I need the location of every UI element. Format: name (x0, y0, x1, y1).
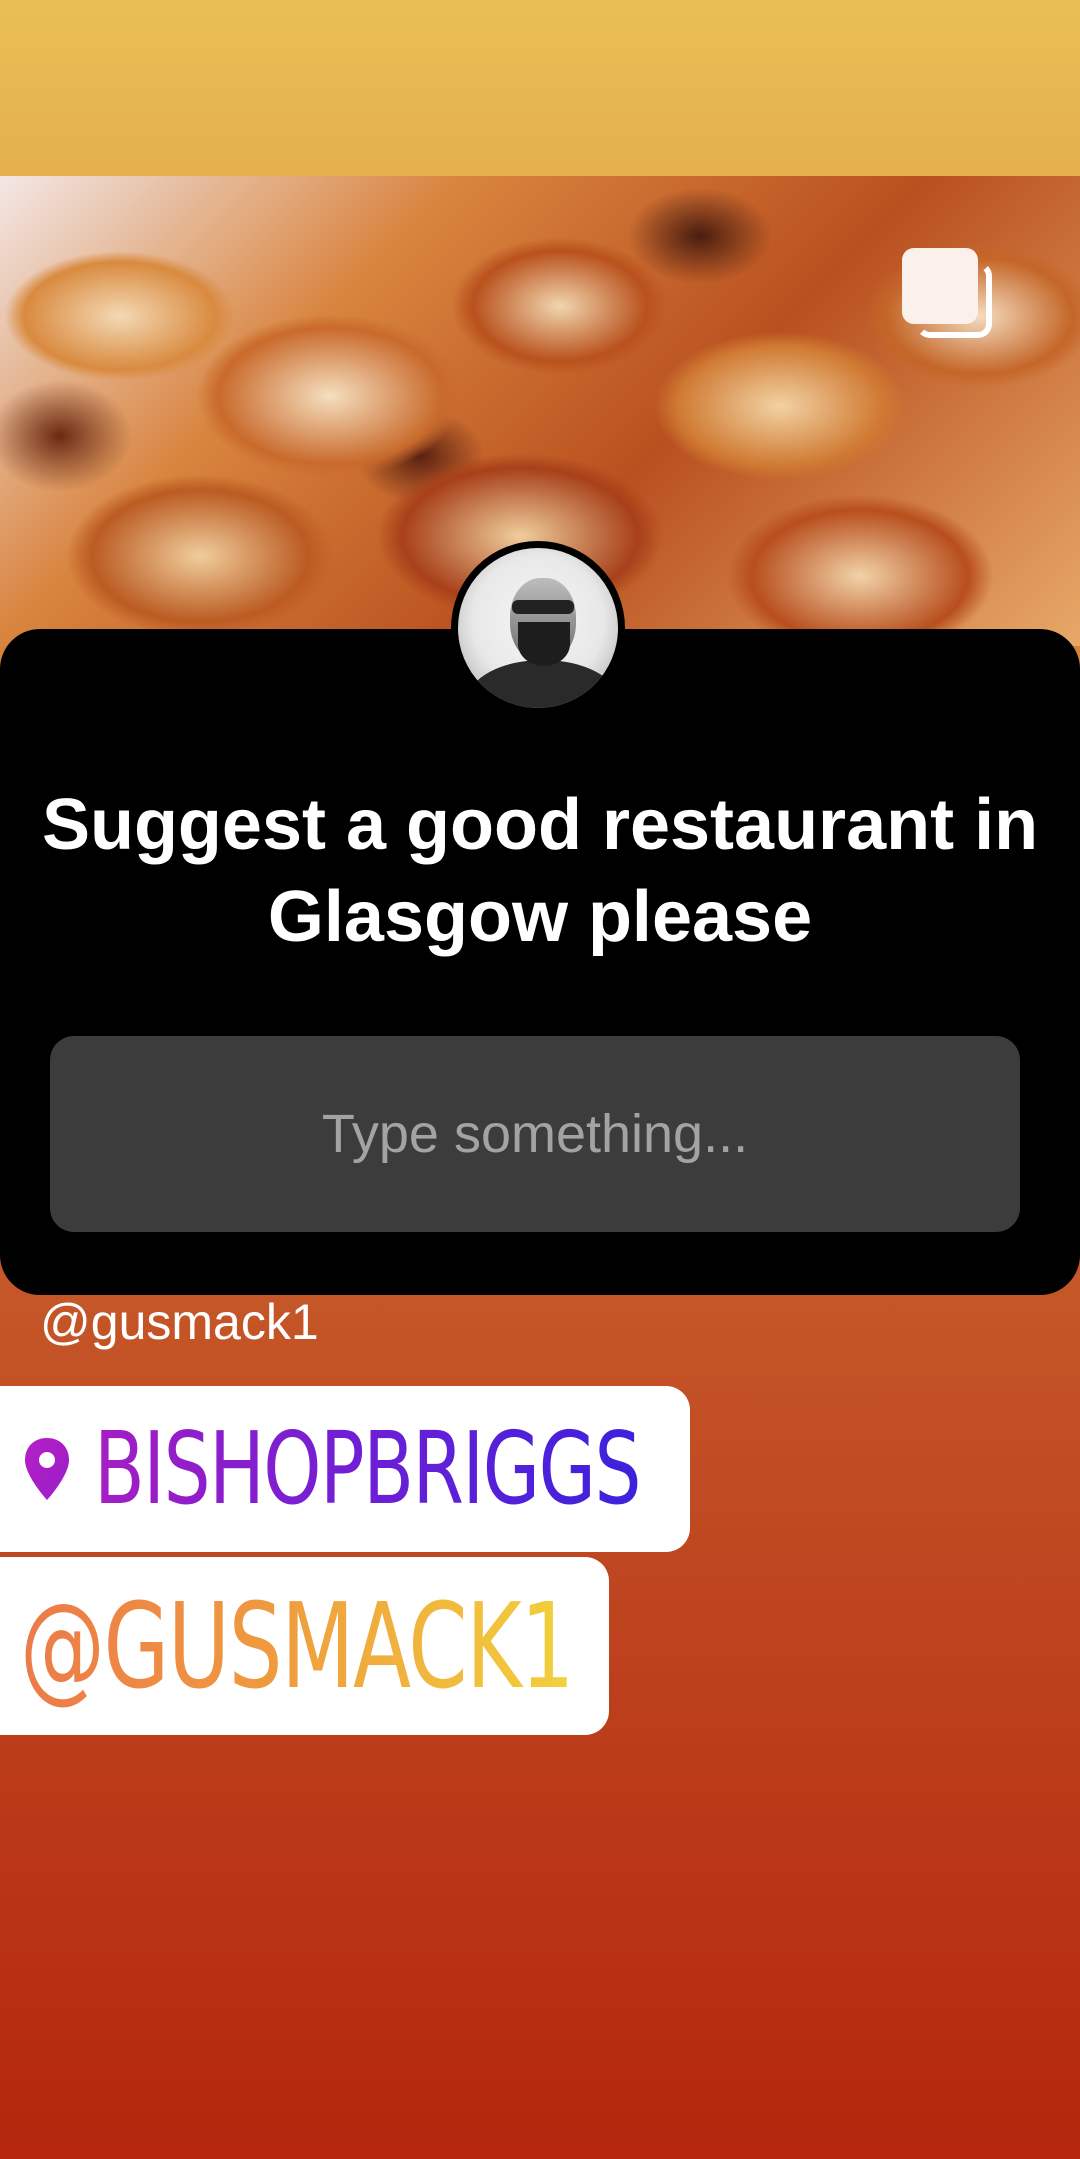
avatar-glasses (512, 600, 574, 614)
avatar-photo (458, 548, 618, 708)
gallery-front-square (902, 248, 978, 324)
avatar (451, 541, 625, 715)
gallery-multiple-icon[interactable] (902, 248, 998, 344)
mention-caption[interactable]: @gusmack1 (40, 1292, 319, 1352)
mention-label: @GUSMACK1 (20, 1577, 574, 1715)
mention-sticker[interactable]: @GUSMACK1 (0, 1557, 609, 1735)
location-label: BISHOPBRIGGS (94, 1410, 641, 1527)
avatar-beard (518, 622, 570, 666)
question-sticker[interactable]: Suggest a good restaurant in Glasgow ple… (0, 629, 1080, 1295)
answer-input[interactable]: Type something... (50, 1036, 1020, 1232)
avatar-body (468, 660, 618, 708)
location-pin-icon (25, 1438, 69, 1500)
answer-placeholder: Type something... (321, 1104, 749, 1164)
location-sticker[interactable]: BISHOPBRIGGS (0, 1386, 690, 1552)
question-text: Suggest a good restaurant in Glasgow ple… (41, 785, 1039, 957)
top-color-band (0, 0, 1080, 176)
